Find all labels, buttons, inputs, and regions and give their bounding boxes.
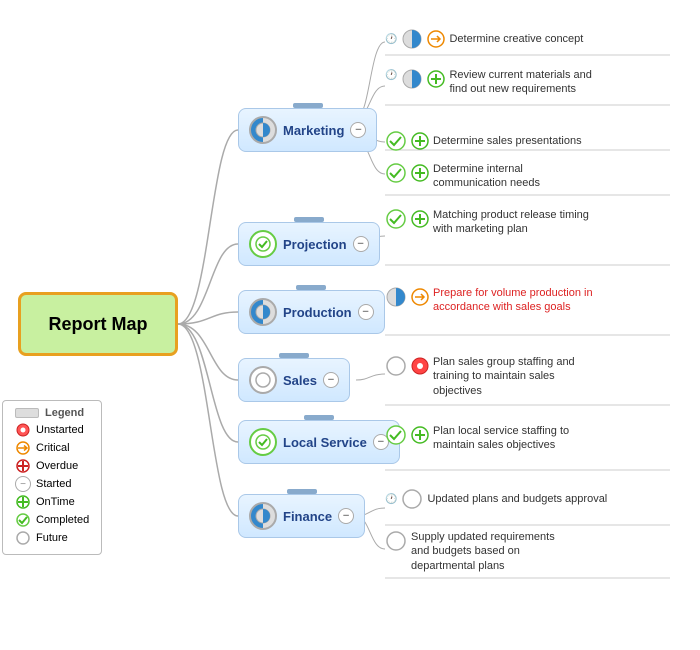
projection-icon (249, 230, 277, 258)
task7-status-icon (385, 355, 407, 377)
marketing-icon (249, 116, 277, 144)
sales-icon (249, 366, 277, 394)
task9-text: Updated plans and budgets approval (427, 493, 607, 505)
local-service-label: Local Service (283, 435, 367, 450)
production-collapse[interactable]: − (358, 304, 374, 320)
task10-text: Supply updated requirements and budgets … (411, 530, 571, 573)
task3-action-icon (411, 132, 429, 150)
finance-label: Finance (283, 509, 332, 524)
legend-ontime-label: OnTime (36, 496, 75, 508)
clock-icon-9: 🕐 (385, 494, 397, 505)
task-9: 🕐 Updated plans and budgets approval (385, 488, 607, 510)
legend-connector (15, 408, 39, 418)
task2-action-icon (427, 70, 445, 88)
root-label: Report Map (49, 314, 148, 335)
sales-collapse[interactable]: − (323, 372, 339, 388)
task8-action-icon (411, 426, 429, 444)
legend-box: Legend Unstarted Critical Overdue − Star… (2, 400, 102, 555)
task10-status-icon (385, 530, 407, 552)
branch-marketing[interactable]: Marketing − (238, 108, 377, 152)
task4-text: Determine internal communication needs (433, 162, 593, 191)
root-node: Report Map (18, 292, 178, 356)
task1-action-icon (427, 30, 445, 48)
task-1: 🕐 Determine creative concept (385, 28, 583, 50)
marketing-collapse[interactable]: − (350, 122, 366, 138)
legend-overdue-label: Overdue (36, 460, 78, 472)
legend-label: Legend (45, 407, 84, 419)
task-3: Determine sales presentations (385, 130, 582, 152)
finance-icon (249, 502, 277, 530)
legend-ontime: OnTime (15, 494, 89, 510)
legend-unstarted-label: Unstarted (36, 424, 84, 436)
task1-text: Determine creative concept (449, 33, 583, 45)
production-icon (249, 298, 277, 326)
legend-unstarted: Unstarted (15, 422, 89, 438)
task3-status-icon (385, 130, 407, 152)
task2-text: Review current materials and find out ne… (449, 68, 609, 97)
task8-text: Plan local service staffing to maintain … (433, 424, 593, 453)
local-service-icon (249, 428, 277, 456)
legend-critical: Critical (15, 440, 89, 456)
task4-status-icon (385, 162, 407, 184)
task6-text: Prepare for volume production in accorda… (433, 286, 593, 315)
task5-status-icon (385, 208, 407, 230)
task8-status-icon (385, 424, 407, 446)
task-8: Plan local service staffing to maintain … (385, 424, 593, 453)
branch-finance[interactable]: Finance − (238, 494, 365, 538)
task5-action-icon (411, 210, 429, 228)
task6-action-icon (411, 288, 429, 306)
task-6: Prepare for volume production in accorda… (385, 286, 593, 315)
task-4: Determine internal communication needs (385, 162, 593, 191)
legend-completed: Completed (15, 512, 89, 528)
sales-label: Sales (283, 373, 317, 388)
finance-collapse[interactable]: − (338, 508, 354, 524)
legend-future: Future (15, 530, 89, 546)
legend-started: − Started (15, 476, 89, 492)
legend-title-row: Legend (15, 407, 89, 419)
legend-started-label: Started (36, 478, 71, 490)
task7-action-icon (411, 357, 429, 375)
task3-text: Determine sales presentations (433, 135, 582, 147)
task-5: Matching product release timing with mar… (385, 208, 593, 237)
clock-icon-2: 🕐 (385, 70, 397, 81)
projection-collapse[interactable]: − (353, 236, 369, 252)
projection-label: Projection (283, 237, 347, 252)
legend-future-label: Future (36, 532, 68, 544)
branch-projection[interactable]: Projection − (238, 222, 380, 266)
branch-production[interactable]: Production − (238, 290, 385, 334)
production-label: Production (283, 305, 352, 320)
legend-completed-label: Completed (36, 514, 89, 526)
legend-started-icon: − (15, 476, 31, 492)
task-7: Plan sales group staffing and training t… (385, 355, 593, 398)
clock-icon-1: 🕐 (385, 34, 397, 45)
task-10: Supply updated requirements and budgets … (385, 530, 571, 573)
task4-action-icon (411, 164, 429, 182)
branch-local-service[interactable]: Local Service − (238, 420, 400, 464)
legend-overdue: Overdue (15, 458, 89, 474)
marketing-label: Marketing (283, 123, 344, 138)
task6-status-icon (385, 286, 407, 308)
task7-text: Plan sales group staffing and training t… (433, 355, 593, 398)
task2-status-icon (401, 68, 423, 90)
task9-status-icon (401, 488, 423, 510)
legend-critical-label: Critical (36, 442, 70, 454)
task1-status-icon (401, 28, 423, 50)
task5-text: Matching product release timing with mar… (433, 208, 593, 237)
branch-sales[interactable]: Sales − (238, 358, 350, 402)
task-2: 🕐 Review current materials and find out … (385, 68, 609, 97)
